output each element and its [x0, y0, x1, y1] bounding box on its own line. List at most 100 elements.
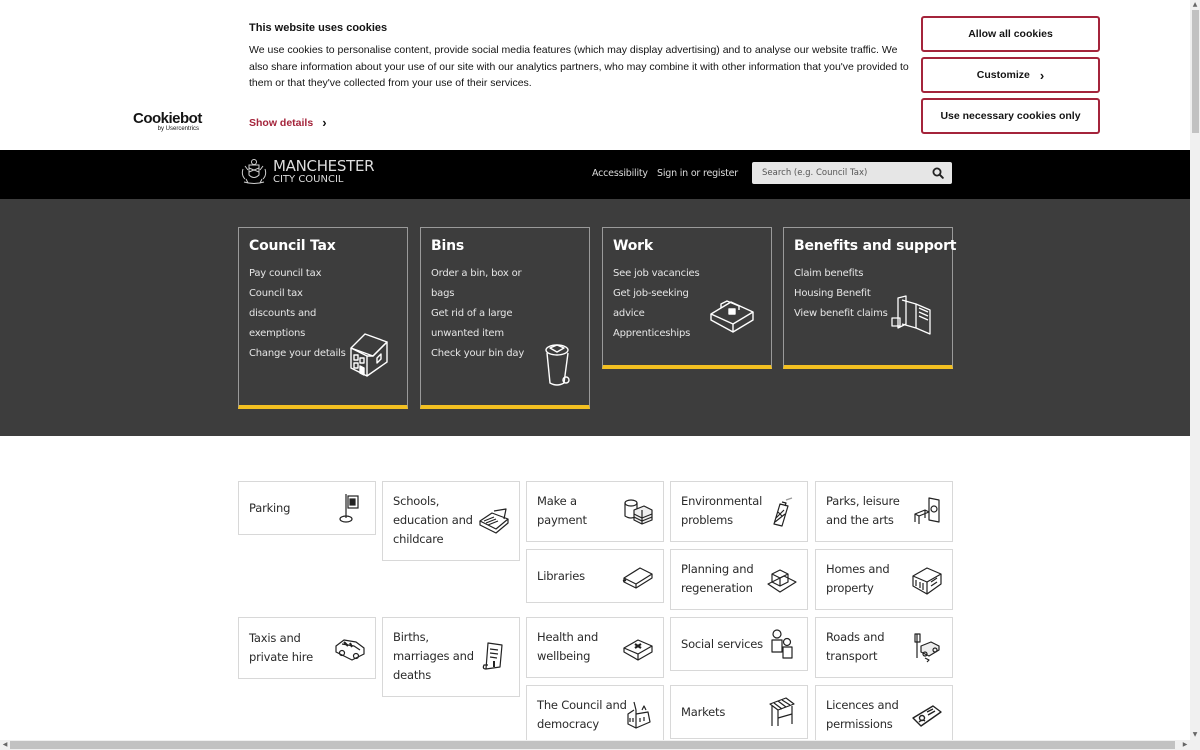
service-label: Planning and regeneration: [681, 562, 754, 595]
service-tile-council-democracy[interactable]: The Council and democracy: [526, 685, 664, 746]
service-tile-parks-leisure-arts[interactable]: Parks, leisure and the arts: [815, 481, 953, 542]
town-hall-icon: [627, 701, 651, 729]
nav-sign-in-register[interactable]: Sign in or register: [657, 168, 738, 179]
card-link[interactable]: Get rid of a large unwanted item: [431, 304, 529, 344]
logo-line-1: MANCHESTER: [273, 156, 375, 175]
featured-card-work[interactable]: Work See job vacancies Get job-seeking a…: [602, 227, 772, 369]
service-tile-taxis[interactable]: Taxis and private hire: [238, 617, 376, 679]
wallet-icon: [891, 295, 931, 335]
card-title: Benefits and support: [794, 238, 957, 254]
service-label: Homes and property: [826, 562, 890, 595]
allow-all-cookies-button[interactable]: Allow all cookies: [921, 16, 1100, 52]
cookiebot-brand: Cookiebot: [133, 110, 202, 127]
card-link[interactable]: Pay council tax: [249, 264, 347, 284]
allow-all-label: Allow all cookies: [968, 28, 1053, 40]
service-label: Health and wellbeing: [537, 630, 599, 663]
card-link[interactable]: Check your bin day: [431, 344, 529, 364]
chevron-right-icon: ›: [1039, 67, 1045, 83]
service-tile-roads-transport[interactable]: Roads and transport: [815, 617, 953, 678]
customize-label: Customize: [976, 69, 1030, 81]
card-link[interactable]: See job vacancies: [613, 264, 713, 284]
featured-card-bins[interactable]: Bins Order a bin, box or bags Get rid of…: [420, 227, 590, 409]
card-link[interactable]: Housing Benefit: [794, 284, 892, 304]
service-label: Parks, leisure and the arts: [826, 494, 900, 527]
house-icon: [350, 333, 388, 377]
search-icon: [932, 167, 944, 179]
service-tile-libraries[interactable]: Libraries: [526, 549, 664, 603]
cookie-consent-banner: Cookiebot by Usercentrics This website u…: [0, 0, 1190, 150]
spray-can-icon: [773, 496, 793, 527]
card-link[interactable]: View benefit claims: [794, 304, 892, 324]
featured-services-panel: Council Tax Pay council tax Council tax …: [0, 199, 1190, 436]
service-tile-planning-regeneration[interactable]: Planning and regeneration: [670, 549, 808, 610]
necessary-cookies-only-button[interactable]: Use necessary cookies only: [921, 98, 1100, 134]
terraced-houses-icon: [912, 566, 942, 595]
service-tile-homes-property[interactable]: Homes and property: [815, 549, 953, 610]
card-link[interactable]: Get job-seeking advice: [613, 284, 713, 324]
service-tile-parking[interactable]: Parking: [238, 481, 376, 535]
traffic-car-icon: [914, 632, 940, 662]
service-label: Parking: [249, 500, 291, 515]
parking-sign-icon: [339, 494, 359, 523]
card-title: Bins: [431, 238, 464, 254]
scroll-down-arrow-icon[interactable]: ▼: [1190, 730, 1200, 740]
people-icon: [771, 629, 793, 659]
service-tile-health-wellbeing[interactable]: Health and wellbeing: [526, 617, 664, 678]
cookie-banner-text: We use cookies to personalise content, p…: [249, 44, 909, 89]
search-button[interactable]: [928, 163, 948, 183]
card-link[interactable]: Claim benefits: [794, 264, 892, 284]
service-label: Environmental problems: [681, 494, 763, 527]
service-label: Make a payment: [537, 494, 587, 527]
show-details-link[interactable]: Show details ›: [249, 115, 327, 130]
scroll-up-arrow-icon[interactable]: ▲: [1190, 0, 1200, 10]
card-link[interactable]: Apprenticeships: [613, 324, 713, 344]
vertical-scroll-thumb[interactable]: [1192, 10, 1199, 133]
card-title: Work: [613, 238, 653, 254]
scroll-certificate-icon: [482, 642, 503, 670]
service-tile-environmental-problems[interactable]: Environmental problems: [670, 481, 808, 542]
service-tile-social-services[interactable]: Social services: [670, 617, 808, 671]
service-tile-schools[interactable]: Schools, education and childcare: [382, 481, 520, 561]
service-tile-markets[interactable]: Markets: [670, 685, 808, 739]
customize-cookies-button[interactable]: Customize ›: [921, 57, 1100, 93]
card-link[interactable]: Order a bin, box or bags: [431, 264, 529, 304]
chevron-right-icon: ›: [322, 115, 327, 130]
horizontal-scrollbar[interactable]: ◀ ▶: [0, 740, 1190, 750]
featured-card-benefits-and-support[interactable]: Benefits and support Claim benefits Hous…: [783, 227, 957, 369]
cookiebot-logo: Cookiebot by Usercentrics: [133, 110, 202, 132]
service-label: Births, marriages and deaths: [393, 630, 474, 682]
market-stall-icon: [769, 697, 795, 726]
briefcase-icon: [710, 300, 754, 333]
card-link[interactable]: Change your details: [249, 344, 347, 364]
service-label: Roads and transport: [826, 630, 885, 663]
scroll-right-arrow-icon[interactable]: ▶: [1180, 740, 1190, 750]
taxi-icon: [335, 639, 365, 661]
book-icon: [622, 567, 653, 589]
service-label: Markets: [681, 704, 726, 719]
first-aid-kit-icon: [623, 638, 653, 661]
id-card-icon: [912, 704, 942, 727]
service-tile-licences-permissions[interactable]: Licences and permissions: [815, 685, 953, 746]
scrollbar-corner: [1190, 740, 1200, 750]
service-tile-births-marriages-deaths[interactable]: Births, marriages and deaths: [382, 617, 520, 697]
site-logo-link[interactable]: MANCHESTER CITY COUNCIL: [239, 156, 375, 187]
horizontal-scroll-thumb[interactable]: [10, 741, 1175, 749]
wheelie-bin-icon: [545, 344, 570, 386]
search-input[interactable]: [752, 168, 928, 178]
service-label: Libraries: [537, 568, 585, 583]
card-link[interactable]: Council tax discounts and exemptions: [249, 284, 347, 344]
cookie-banner-title: This website uses cookies: [249, 22, 388, 34]
service-label: Licences and permissions: [826, 698, 899, 731]
site-header: MANCHESTER CITY COUNCIL Accessibility Si…: [0, 150, 1190, 199]
service-label: The Council and democracy: [537, 698, 627, 731]
coins-cash-icon: [624, 498, 653, 525]
school-books-icon: [479, 508, 509, 534]
show-details-label: Show details: [249, 116, 314, 129]
featured-card-council-tax[interactable]: Council Tax Pay council tax Council tax …: [238, 227, 408, 409]
vertical-scrollbar[interactable]: ▲ ▼: [1190, 0, 1200, 740]
logo-line-2: CITY COUNCIL: [273, 173, 344, 185]
service-tile-make-a-payment[interactable]: Make a payment: [526, 481, 664, 542]
scroll-left-arrow-icon[interactable]: ◀: [0, 740, 10, 750]
nav-accessibility[interactable]: Accessibility: [592, 168, 648, 179]
park-bench-icon: [914, 496, 940, 524]
